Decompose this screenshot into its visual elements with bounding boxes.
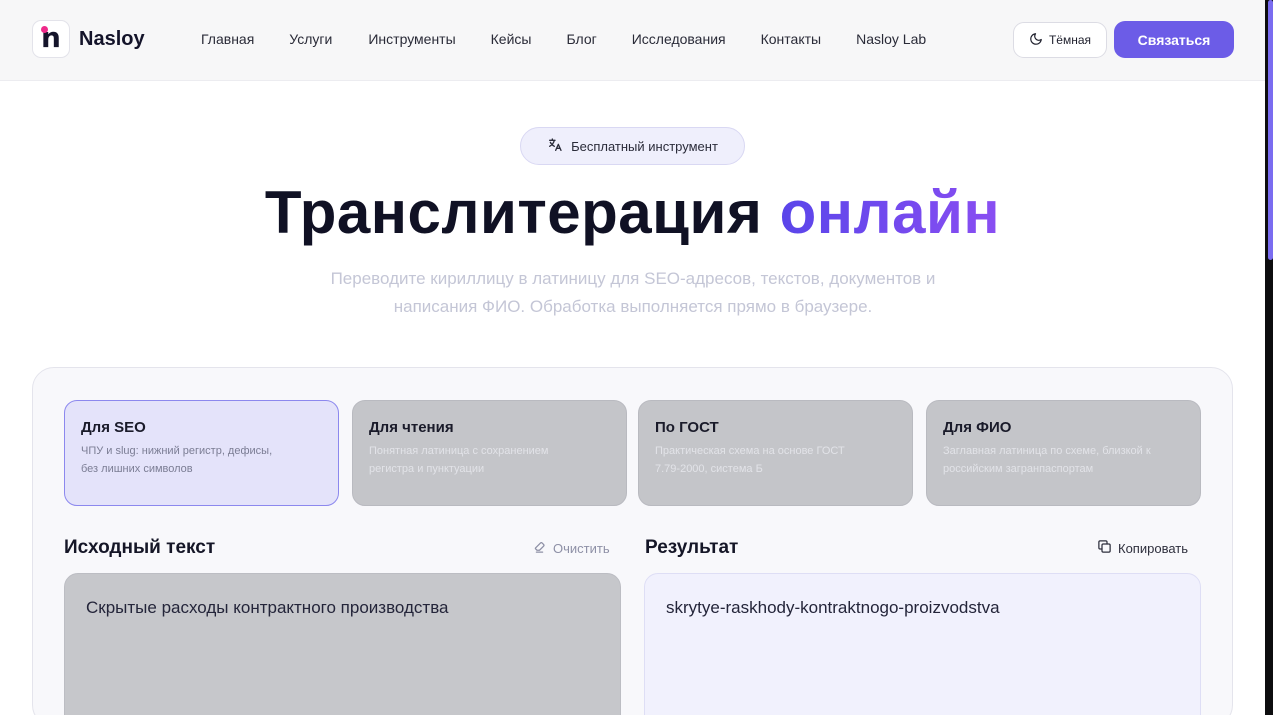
page-title: Транслитерация онлайн (0, 178, 1265, 247)
title-accent: онлайн (779, 179, 1001, 246)
result-text-output[interactable]: skrytye-raskhody-kontraktnogo-proizvodst… (644, 573, 1201, 715)
translate-icon (547, 137, 563, 156)
badge-label: Бесплатный инструмент (571, 138, 718, 154)
theme-toggle-button[interactable]: Тёмная (1013, 22, 1107, 58)
mode-description: ЧПУ и slug: нижний регистр, дефисы, без … (81, 442, 322, 478)
free-tool-badge: Бесплатный инструмент (520, 127, 745, 165)
contact-button[interactable]: Связаться (1114, 21, 1234, 58)
mode-title: По ГОСТ (655, 419, 719, 436)
nav-item-contacts[interactable]: Контакты (761, 31, 821, 47)
mode-description-line: Практическая схема на основе ГОСТ (655, 445, 845, 457)
moon-icon (1029, 32, 1043, 49)
result-label: Результат (645, 537, 739, 558)
nav-item-research[interactable]: Исследования (632, 31, 726, 47)
clear-button[interactable]: Очистить (532, 539, 610, 557)
logo[interactable]: n Nasloy (32, 20, 145, 58)
mode-card-seo[interactable]: Для SEO ЧПУ и slug: нижний регистр, дефи… (64, 400, 339, 506)
mode-description: Практическая схема на основе ГОСТ 7.79-2… (655, 442, 896, 478)
nav-item-cases[interactable]: Кейсы (491, 31, 532, 47)
page-subtitle: Переводите кириллицу в латиницу для SEO-… (283, 265, 983, 321)
mode-description-line: Заглавная латиница по схеме, близкой к (943, 445, 1151, 457)
mode-title: Для чтения (369, 419, 454, 436)
theme-toggle-label: Тёмная (1048, 33, 1092, 47)
nav-item-services[interactable]: Услуги (289, 31, 332, 47)
mode-description-line: 7.79-2000, система Б (655, 463, 763, 475)
mode-description-line: регистра и пунктуации (369, 463, 485, 475)
main-nav: Главная Услуги Инструменты Кейсы Блог Ис… (201, 31, 961, 47)
mode-card-gost[interactable]: По ГОСТ Практическая схема на основе ГОС… (638, 400, 913, 506)
subtitle-line-2: написания ФИО. Обработка выполняется пря… (393, 297, 873, 316)
copy-icon (1097, 539, 1112, 557)
copy-button[interactable]: Копировать (1097, 539, 1188, 557)
mode-description-line: без лишних символов (81, 463, 193, 475)
mode-description-line: Понятная латиница с сохранением (369, 445, 549, 457)
mode-description: Понятная латиница с сохранением регистра… (369, 442, 610, 478)
nav-item-tools[interactable]: Инструменты (368, 31, 455, 47)
mode-description: Заглавная латиница по схеме, близкой к р… (943, 442, 1184, 478)
nav-item-lab[interactable]: Nasloy Lab (856, 31, 926, 47)
mode-card-fio[interactable]: Для ФИО Заглавная латиница по схеме, бли… (926, 400, 1201, 506)
subtitle-line-1: Переводите кириллицу в латиницу для SEO-… (330, 269, 936, 288)
nav-item-home[interactable]: Главная (201, 31, 254, 47)
mode-title: Для ФИО (943, 419, 1012, 436)
mode-title: Для SEO (81, 419, 146, 436)
title-main: Транслитерация (264, 179, 763, 246)
logo-mark: n (32, 20, 70, 58)
site-header: n Nasloy Главная Услуги Инструменты Кейс… (0, 0, 1265, 81)
clear-label: Очистить (553, 540, 610, 556)
mode-description-line: российским загранпаспортам (943, 463, 1094, 475)
scrollbar-thumb[interactable] (1268, 0, 1273, 260)
mode-description-line: ЧПУ и slug: нижний регистр, дефисы, (81, 445, 273, 457)
eraser-icon (532, 539, 547, 557)
logo-dot (41, 26, 48, 33)
source-text-input[interactable]: Скрытые расходы контрактного производств… (64, 573, 621, 715)
copy-label: Копировать (1118, 540, 1188, 556)
nav-item-blog[interactable]: Блог (566, 31, 596, 47)
source-label: Исходный текст (64, 537, 216, 558)
logo-text: Nasloy (79, 27, 145, 50)
mode-card-reading[interactable]: Для чтения Понятная латиница с сохранени… (352, 400, 627, 506)
